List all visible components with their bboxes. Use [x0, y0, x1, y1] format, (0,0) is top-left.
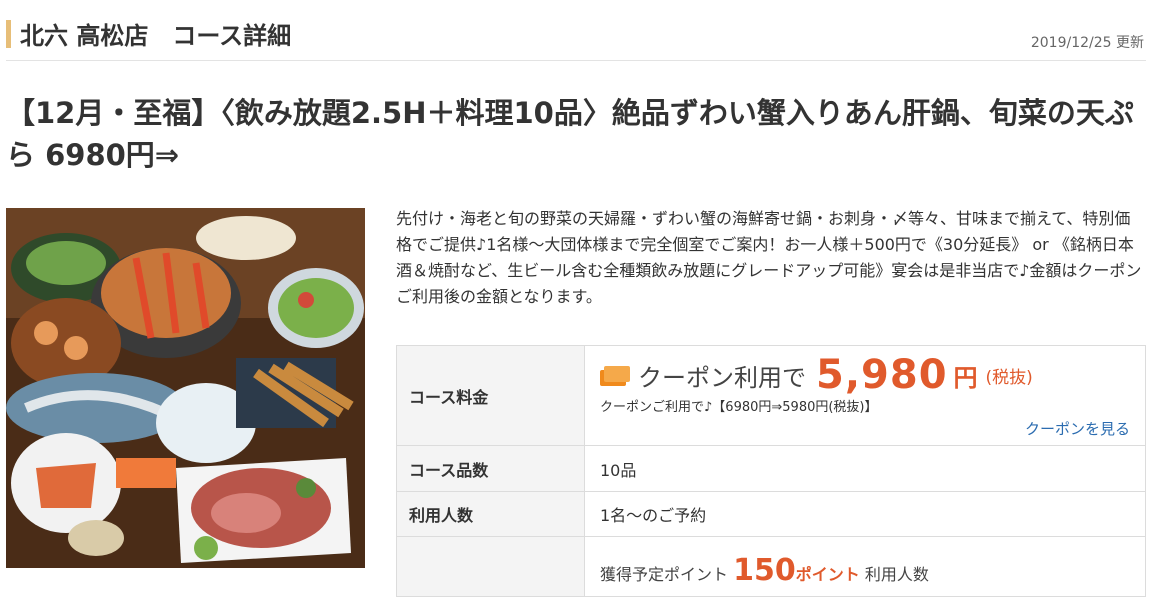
- course-title: 【12月・至福】〈飲み放題2.5H＋料理10品〉絶品ずわい蟹入りあん肝鍋、旬菜の…: [6, 96, 1134, 172]
- course-info-table: コース料金 クーポン利用で 5,980 円 (税抜) クーポンご利用で♪【6980円⇒…: [396, 345, 1146, 597]
- course-photo: [6, 208, 365, 568]
- coupon-link[interactable]: クーポンを見る: [1025, 418, 1130, 439]
- coupon-prefix: クーポン利用で: [638, 363, 806, 392]
- points-line: 獲得予定ポイント 150ポイント 利用人数: [600, 553, 929, 588]
- table-row: コース料金 クーポン利用で 5,980 円 (税抜) クーポンご利用で♪【6980円⇒…: [396, 345, 1146, 446]
- people-value: 1名～のご予約: [584, 491, 1146, 537]
- header-accent-bar: [6, 20, 11, 48]
- people-label: 利用人数: [396, 491, 585, 537]
- price-tax: (税抜): [985, 367, 1033, 388]
- update-date: 2019/12/25 更新: [1030, 35, 1144, 51]
- points-value: 150: [733, 553, 796, 588]
- table-row: 獲得予定ポイント 150ポイント 利用人数: [396, 536, 1146, 597]
- page-title: 北六 高松店 コース詳細: [20, 22, 292, 50]
- points-cell: 獲得予定ポイント 150ポイント 利用人数: [584, 536, 1146, 597]
- price-label: コース料金: [396, 345, 585, 446]
- price-cell: クーポン利用で 5,980 円 (税抜) クーポンご利用で♪【6980円⇒5980円(…: [584, 345, 1146, 446]
- price-note: クーポンご利用で♪【6980円⇒5980円(税抜)】: [600, 400, 878, 415]
- coupon-icon: [600, 364, 632, 386]
- items-value: 10品: [584, 445, 1146, 492]
- course-description: 先付け・海老と旬の野菜の天婦羅・ずわい蟹の海鮮寄せ鍋・お刺身・〆等々、甘味まで揃…: [396, 209, 1142, 306]
- table-row: 利用人数 1名～のご予約: [396, 491, 1146, 537]
- price-unit: 円: [953, 363, 978, 392]
- price-value: 5,980: [816, 352, 948, 398]
- points-label: [396, 536, 585, 597]
- table-row: コース品数 10品: [396, 445, 1146, 492]
- page-header: 北六 高松店 コース詳細 2019/12/25 更新: [6, 12, 1146, 61]
- price-line: クーポン利用で 5,980 円 (税抜): [600, 352, 1033, 398]
- items-label: コース品数: [396, 445, 585, 492]
